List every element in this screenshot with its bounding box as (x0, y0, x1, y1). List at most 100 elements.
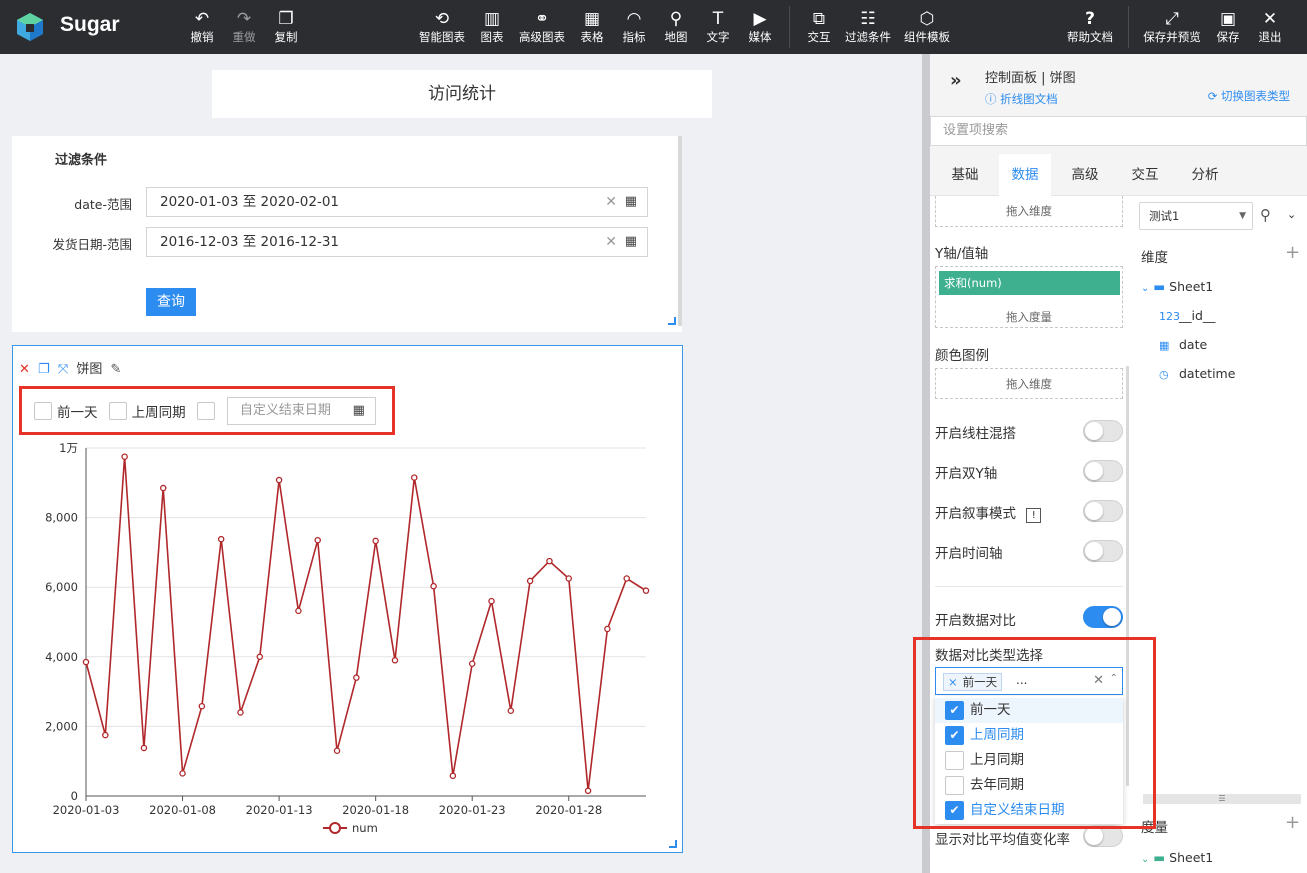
component-template-button[interactable]: ⬡ 组件模板 (904, 8, 950, 44)
date-range-input[interactable]: 2020-01-03 至 2020-02-01 ✕ ▦ (146, 187, 648, 217)
folder-icon: ▬ (1153, 279, 1166, 294)
toggle-narrative[interactable] (1083, 500, 1123, 522)
toolbar-divider (1128, 6, 1129, 48)
ship-date-range-label: 发货日期-范围 (52, 237, 132, 252)
edit-pencil-icon[interactable]: ✎ (111, 362, 122, 377)
copy-label: 复制 (274, 30, 298, 44)
measure-sheet-name: Sheet1 (1169, 850, 1214, 865)
field-item[interactable]: 123__id__ (1159, 308, 1215, 323)
checkbox-custom-end[interactable] (196, 402, 215, 420)
dashboard-title[interactable]: 访问统计 (212, 70, 712, 118)
dataset-column: 测试1 ▼ ⚲ ⌄ 维度 + ⌄ ▬ Sheet1 123__id__ ▦ date… (1135, 196, 1307, 873)
bar-chart-icon: ▥ (483, 9, 501, 29)
exit-label: 退出 (1258, 30, 1282, 44)
tab-analysis[interactable]: 分析 (1179, 154, 1231, 196)
custom-end-date-input[interactable]: 自定义结束日期 ▦ (226, 397, 376, 425)
resize-handle[interactable] (669, 840, 677, 848)
x-tick-label: 2020-01-08 (149, 803, 216, 817)
checkbox-previous-day[interactable] (34, 402, 52, 420)
top-toolbar: Sugar ↶ 撤销 ↷ 重做 ❐ 复制 ⟲ 智能图表 ▥ 图表 ⚭ 高级图表 ▦ 表格 ◠ 指… (0, 0, 1307, 54)
filter-button[interactable]: ☷ 过滤条件 (845, 8, 891, 44)
search-icon[interactable]: ⚲ (1260, 206, 1271, 224)
x-tick-label: 2020-01-23 (439, 803, 506, 817)
settings-search-input[interactable]: 设置项搜索 (930, 116, 1307, 146)
switch-chart-type[interactable]: ⟳ 切换图表类型 (1208, 88, 1290, 104)
ship-date-range-input[interactable]: 2016-12-03 至 2016-12-31 ✕ ▦ (146, 227, 648, 257)
y-tick-label: 8,000 (45, 511, 78, 525)
y-tick-label: 1万 (59, 441, 78, 455)
field-item[interactable]: ◷ datetime (1159, 366, 1235, 381)
sheet-folder[interactable]: ⌄ ▬ Sheet1 (1141, 279, 1213, 294)
gauge-icon: ◠ (626, 9, 642, 29)
help-icon: ? (1085, 9, 1095, 29)
doc-link[interactable]: ⓘ 折线图文档 (985, 91, 1058, 107)
series-line (85, 456, 647, 791)
clear-icon[interactable]: ✕ (605, 228, 617, 256)
media-button[interactable]: ▶ 媒体 (738, 8, 782, 44)
tab-basic[interactable]: 基础 (939, 154, 991, 196)
map-pin-icon: ⚲ (669, 9, 683, 29)
filter-icon: ☷ (860, 9, 876, 29)
collapse-panel-icon[interactable]: » (950, 70, 962, 91)
switch-chart-type-label: 切换图表类型 (1221, 89, 1290, 103)
chevron-down-icon[interactable]: ⌄ (1287, 208, 1296, 221)
toggle-dual-y[interactable] (1083, 460, 1123, 482)
data-point (102, 731, 109, 739)
data-point (179, 770, 186, 777)
copy-icon: ❐ (278, 9, 294, 29)
delete-icon[interactable]: ✕ (19, 362, 30, 377)
copy-button[interactable]: ❐ 复制 (264, 8, 308, 44)
calendar-icon[interactable]: ▦ (625, 188, 637, 216)
resize-drag-handle[interactable]: ☰ (1143, 794, 1301, 804)
warning-icon[interactable]: ! (1026, 508, 1042, 523)
resize-handle[interactable] (668, 317, 676, 325)
help-circle-icon: ⓘ (985, 92, 1001, 106)
date-range-value: 2020-01-03 至 2020-02-01 (160, 194, 339, 210)
filter-scrollbar[interactable] (678, 136, 682, 326)
drop-color-dimension-zone[interactable]: 拖入维度 (935, 368, 1123, 399)
calendar-icon[interactable]: ▦ (625, 228, 637, 256)
exit-button[interactable]: ✕ 退出 (1248, 8, 1292, 44)
data-point (430, 582, 437, 590)
help-button[interactable]: ? 帮助文档 (1067, 8, 1113, 44)
compare-checkbox-row: 前一天 上周同期 自定义结束日期 ▦ (34, 397, 376, 427)
add-measure-icon[interactable]: + (1285, 812, 1300, 833)
data-point (333, 747, 341, 755)
toggle-timeline[interactable] (1083, 540, 1123, 562)
dataset-select[interactable]: 测试1 ▼ (1139, 202, 1253, 230)
legend-label: num (352, 821, 378, 835)
x-tick-label: 2020-01-13 (246, 803, 313, 817)
toggle-line-bar[interactable] (1083, 420, 1123, 442)
tab-advanced[interactable]: 高级 (1059, 154, 1111, 196)
x-tick-label: 2020-01-28 (535, 803, 602, 817)
chevron-down-icon: ⌄ (1141, 283, 1150, 294)
checkbox-last-week[interactable] (108, 402, 127, 420)
calendar-icon[interactable]: ▦ (353, 398, 365, 424)
interact-icon: ⧉ (812, 9, 826, 29)
x-tick-label: 2020-01-18 (342, 803, 409, 817)
tab-interact[interactable]: 交互 (1119, 154, 1171, 196)
chart-component[interactable]: ✕ ❐ ⤧ 饼图 ✎ 前一天 上周同期 自定义结束日期 ▦ 0 2,000 4,000… (12, 345, 683, 853)
tab-data[interactable]: 数据 (999, 154, 1051, 196)
query-button[interactable]: 查询 (146, 288, 196, 316)
data-point (217, 535, 225, 543)
drop-dimension-zone[interactable]: 拖入维度 (935, 196, 1123, 227)
narrative-label: 开启叙事模式 (935, 506, 1016, 522)
doc-link-label: 折线图文档 (1000, 92, 1058, 106)
field-item[interactable]: ▦ date (1159, 337, 1207, 352)
data-point (411, 474, 418, 481)
chevron-down-icon: ⌄ (1141, 854, 1150, 865)
fullscreen-icon[interactable]: ⤧ (58, 362, 68, 377)
highlight-frame (913, 637, 1156, 829)
table-icon: ▦ (583, 9, 601, 29)
clear-icon[interactable]: ✕ (605, 188, 617, 216)
toggle-compare[interactable] (1083, 606, 1123, 628)
add-dimension-icon[interactable]: + (1285, 242, 1300, 263)
measure-chip[interactable]: 求和(num) (939, 271, 1120, 295)
date-type-icon: ▦ (1159, 339, 1170, 352)
filter-component[interactable]: 过滤条件 date-范围 2020-01-03 至 2020-02-01 ✕ ▦… (12, 136, 682, 332)
help-label: 帮助文档 (1067, 30, 1113, 44)
duplicate-icon[interactable]: ❐ (38, 362, 50, 377)
measure-sheet-folder[interactable]: ⌄ ▬ Sheet1 (1141, 850, 1213, 865)
data-point (314, 536, 321, 544)
